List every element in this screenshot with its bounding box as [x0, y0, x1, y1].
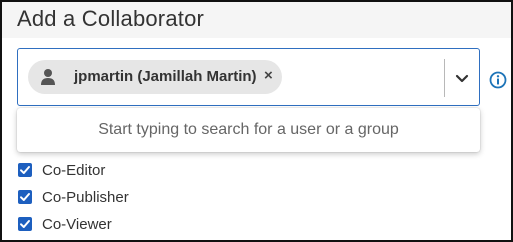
info-icon[interactable] [489, 71, 507, 89]
add-collaborator-dialog: Add a Collaborator jpmartin (Jamillah Ma… [0, 0, 513, 242]
chip-remove-button[interactable]: × [264, 67, 273, 84]
title-bar: Add a Collaborator [2, 2, 511, 38]
co-viewer-label: Co-Viewer [42, 215, 112, 233]
role-row-co-publisher[interactable]: Co-Publisher [18, 187, 129, 207]
search-dropdown: Start typing to search for a user or a g… [17, 108, 480, 152]
chip-label: jpmartin (Jamillah Martin) [74, 68, 257, 85]
select-divider [444, 59, 445, 97]
search-hint: Start typing to search for a user or a g… [98, 121, 399, 138]
role-row-co-viewer[interactable]: Co-Viewer [18, 214, 112, 234]
collaborator-select[interactable]: jpmartin (Jamillah Martin) × [17, 48, 480, 106]
co-editor-checkbox[interactable] [18, 163, 32, 177]
co-publisher-checkbox[interactable] [18, 190, 32, 204]
chevron-down-icon [450, 74, 474, 97]
selected-user-chip: jpmartin (Jamillah Martin) × [28, 60, 282, 94]
co-viewer-checkbox[interactable] [18, 217, 32, 231]
dropdown-toggle-button[interactable] [450, 63, 474, 93]
co-publisher-label: Co-Publisher [42, 188, 129, 206]
role-row-co-editor[interactable]: Co-Editor [18, 160, 105, 180]
user-icon [40, 68, 56, 86]
co-editor-label: Co-Editor [42, 161, 106, 179]
dialog-title: Add a Collaborator [17, 6, 205, 31]
